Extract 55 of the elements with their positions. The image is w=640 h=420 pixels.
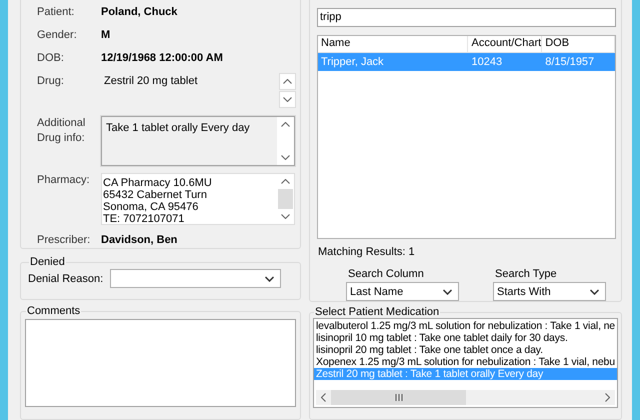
up-icon (281, 179, 290, 184)
list-item[interactable]: lisinopril 10 mg tablet : Take one tablet daily for 30 days. (314, 332, 617, 344)
list-item[interactable]: levalbuterol 1.25 mg/3 mL solution for nebulization : Take 1 vial, ne (314, 320, 617, 332)
field-label: Search Type (494, 268, 558, 280)
results-count: Matching Results: 1 (317, 246, 416, 259)
scrollbar[interactable] (277, 117, 294, 165)
right-icon (605, 393, 610, 402)
down-icon (281, 214, 290, 219)
caret-icon (590, 288, 599, 294)
field-value: Poland, Chuck (101, 5, 178, 20)
text-line: Take 1 tablet orally Every day (106, 122, 251, 134)
up-icon (283, 79, 292, 84)
group-title: Denied (29, 256, 66, 268)
comments-field[interactable] (25, 319, 296, 408)
up-icon (281, 122, 290, 127)
down-icon (283, 97, 292, 102)
text-area[interactable]: CA Pharmacy 10.6MU 65432 Cabernet Turn Sonoma, CA 95476 TE: 7072107071 (101, 173, 295, 225)
field-label: Denial Reason: (28, 272, 104, 284)
group-title: Select Patient Medication (314, 306, 440, 318)
list-item[interactable]: lisinopril 20 mg tablet : Take one tablet once a day. (314, 344, 617, 356)
field-label: Search Column (347, 268, 425, 280)
left-icon (321, 393, 326, 402)
table-cell-text: Tripper, Jack (320, 55, 385, 70)
field-value: Davidson, Ben (101, 233, 178, 248)
grip-icon (394, 394, 402, 401)
search-field[interactable]: tripp (317, 8, 616, 27)
field-label: Prescriber: (37, 233, 92, 248)
caret-icon (265, 276, 274, 282)
text-line: CA Pharmacy 10.6MU (103, 177, 213, 189)
field-label: Gender: (37, 28, 78, 43)
field-value: M (101, 28, 110, 43)
field-label: DOB: (37, 51, 65, 66)
field-label: Drug: (37, 74, 65, 89)
field-value: 12/19/1968 12:00:00 AM (101, 51, 223, 66)
column-header[interactable]: Name (318, 36, 468, 52)
text-area[interactable]: Take 1 tablet orally Every day (101, 116, 295, 166)
scroll-buttons[interactable] (279, 73, 296, 108)
field-value: Zestril 20 mg tablet (104, 74, 199, 89)
table-cell-text: 8/15/1957 (544, 55, 596, 70)
field-label: Pharmacy: (37, 173, 91, 188)
text-line: Sonoma, CA 95476 (103, 201, 200, 213)
scrollbar[interactable] (316, 390, 615, 405)
text-line: TE: 7072107071 (103, 213, 186, 224)
dropdown[interactable]: Starts With (493, 282, 606, 301)
down-icon (281, 155, 290, 160)
group-title: Comments (26, 305, 82, 318)
caret-icon (443, 288, 452, 294)
field-label: Additional Drug info: (37, 116, 86, 146)
field-label: Patient: (37, 5, 76, 20)
dropdown[interactable]: Last Name (346, 282, 459, 301)
list-item[interactable]: Xopenex 1.25 mg/3 mL solution for nebulization : Take 1 vial, nebu (314, 356, 617, 368)
table-cell-text: 10243 (470, 55, 504, 70)
text-line: 65432 Cabernet Turn (103, 189, 208, 201)
column-header[interactable]: DOB (542, 36, 615, 52)
column-header[interactable]: Account/Chart (468, 36, 542, 52)
